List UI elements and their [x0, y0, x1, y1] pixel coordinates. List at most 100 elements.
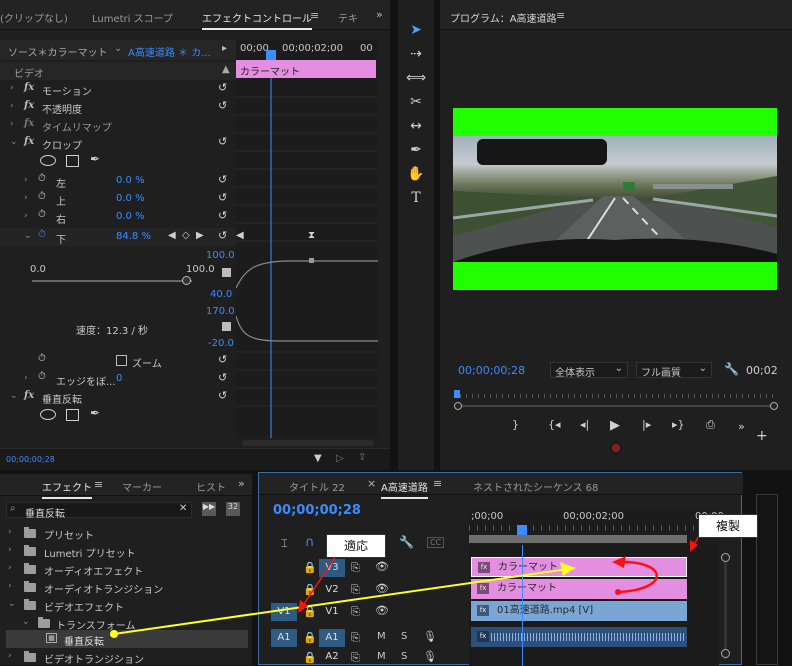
reset-icon[interactable]: ↺	[218, 81, 227, 94]
vscroll-top-handle[interactable]	[721, 553, 730, 562]
ripple-edit-tool-icon[interactable]: ⟺	[404, 68, 428, 88]
tree-audio-effects[interactable]: › オーディオエフェクト	[0, 560, 252, 578]
clip-color-matte-v2[interactable]: fx カラーマット	[471, 579, 687, 599]
solo-button[interactable]: S	[401, 631, 407, 642]
clip-highway-video[interactable]: fx 01高速道路.mp4 [V]	[471, 601, 687, 621]
play-only-icon[interactable]: ▸	[222, 43, 227, 54]
close-tab-icon[interactable]: ×	[367, 477, 376, 490]
expanded-chevron-icon[interactable]: ⌄	[24, 231, 32, 241]
track-v1-label[interactable]: V1	[319, 603, 345, 621]
zoom-handle-left[interactable]	[454, 402, 462, 410]
play-audio-icon[interactable]: ▷	[336, 453, 344, 464]
ec-clip-bar[interactable]: カラーマット	[236, 60, 376, 78]
go-to-out-icon[interactable]: ▸}	[672, 418, 685, 431]
source-a1-patch[interactable]: A1	[271, 629, 297, 647]
timeline-ruler[interactable]: ;00;00 00;00;02;00 00;00	[469, 509, 724, 545]
reset-icon[interactable]: ↺	[218, 173, 227, 186]
effect-motion[interactable]: › fx モーション ↺	[0, 80, 236, 98]
wrench-icon[interactable]: 🔧	[724, 362, 739, 376]
expand-chevron-icon[interactable]: ›	[24, 193, 28, 203]
stopwatch-icon[interactable]: ⏱	[38, 209, 46, 220]
edge-feather-value[interactable]: 0	[116, 373, 122, 384]
zoom-row[interactable]: ⏱ ズーム ↺	[0, 352, 236, 370]
timeline-timecode[interactable]: 00;00;00;28	[273, 503, 361, 518]
crop-left-value[interactable]: 0.0 %	[116, 175, 145, 186]
razor-tool-icon[interactable]: ✂	[404, 92, 428, 112]
collapse-up-icon[interactable]: ▲	[222, 64, 230, 75]
work-area-bar[interactable]	[469, 535, 687, 543]
sync-lock-icon[interactable]: ⎘	[351, 605, 360, 619]
effect-time-remap[interactable]: › fx タイムリマップ	[0, 116, 236, 134]
track-v3-label[interactable]: V3	[319, 559, 345, 577]
zoom-bar[interactable]	[454, 402, 778, 410]
go-to-in-icon[interactable]: {◂	[548, 418, 561, 431]
fx-icon[interactable]: fx	[24, 136, 34, 147]
effects-search-input[interactable]: 垂直反転	[25, 505, 65, 520]
tree-presets[interactable]: › プリセット	[0, 524, 252, 542]
sync-lock-icon[interactable]: ⎘	[351, 561, 360, 575]
tree-audio-transitions[interactable]: › オーディオトランジション	[0, 578, 252, 596]
lock-icon[interactable]: 🔒	[303, 631, 317, 644]
lock-icon[interactable]: 🔒	[303, 605, 317, 618]
rectangle-mask-icon[interactable]	[66, 409, 79, 421]
record-icon[interactable]	[612, 444, 620, 452]
timeline-playhead[interactable]	[517, 525, 527, 535]
ec-scrollbar[interactable]	[242, 440, 374, 446]
program-title[interactable]: プログラム：A高速道路	[450, 10, 557, 25]
edge-feather-row[interactable]: › ⏱ エッジをぼ... 0 ↺	[0, 370, 236, 388]
overflow-icon[interactable]: »	[238, 477, 245, 490]
program-video-frame[interactable]	[453, 108, 777, 290]
source-label[interactable]: ソース＊カラーマット	[8, 44, 108, 59]
tab-sequence-highway[interactable]: A高速道路	[381, 479, 428, 499]
microphone-icon[interactable]: 🎙	[423, 650, 437, 663]
tab-effects[interactable]: エフェクト	[42, 479, 92, 499]
tree-video-transitions[interactable]: › ビデオトランジション	[0, 648, 252, 666]
tab-text[interactable]: テキ	[338, 10, 358, 25]
timeline-menu-icon[interactable]: ≡	[433, 477, 442, 490]
play-icon[interactable]: ▶	[610, 418, 620, 433]
reset-icon[interactable]: ↺	[218, 353, 227, 366]
fx-icon[interactable]: fx	[24, 100, 34, 111]
lock-icon[interactable]: 🔒	[303, 583, 317, 596]
tab-no-clip[interactable]: (クリップなし)	[0, 10, 68, 25]
eye-icon[interactable]: 👁	[375, 604, 389, 617]
effect-opacity[interactable]: › fx 不透明度 ↺	[0, 98, 236, 116]
track-a1-header[interactable]: A1 🔒 A1 ⎘ M S 🎙	[259, 627, 469, 649]
value-slider-handle[interactable]	[182, 276, 191, 285]
expand-chevron-icon[interactable]: ›	[24, 373, 28, 383]
fit-select[interactable]: 全体表示 ⌄	[550, 362, 628, 379]
ellipse-mask-icon[interactable]	[40, 409, 56, 420]
effects-search[interactable]: ⌕ 垂直反転 ✕	[6, 502, 192, 520]
lock-icon[interactable]: 🔒	[303, 561, 317, 574]
snap-icon[interactable]: ∩	[305, 535, 315, 550]
slip-tool-icon[interactable]: ↔	[404, 116, 428, 136]
clear-search-icon[interactable]: ✕	[179, 503, 187, 514]
reset-icon[interactable]: ↺	[218, 209, 227, 222]
accelerated-effects-icon[interactable]: ▶▶	[202, 502, 216, 516]
expand-chevron-icon[interactable]: ›	[10, 83, 14, 93]
pen-tool-icon[interactable]: ✒	[404, 140, 428, 160]
tab-history[interactable]: ヒスト	[196, 479, 226, 494]
next-keyframe-icon[interactable]: ▶	[196, 230, 204, 241]
mark-out-icon[interactable]: }	[512, 418, 519, 431]
eye-icon[interactable]: 👁	[375, 560, 389, 573]
pen-mask-icon[interactable]: ✒	[90, 406, 100, 420]
effect-vertical-flip[interactable]: ⌄ fx 垂直反転 ↺	[0, 388, 236, 406]
ec-timecode[interactable]: 00;00;00;28	[6, 455, 55, 464]
prev-keyframe-icon[interactable]: ◀	[168, 230, 176, 241]
stopwatch-icon[interactable]: ⏱	[38, 173, 46, 184]
stopwatch-icon[interactable]: ⏱	[38, 191, 46, 202]
crop-top-row[interactable]: › ⏱ 上 0.0 % ↺	[0, 190, 236, 208]
vscroll-bottom-handle[interactable]	[721, 649, 730, 658]
effect-crop[interactable]: ⌄ fx クロップ ↺	[0, 134, 236, 152]
export-frame-icon[interactable]: ⎙	[706, 418, 715, 432]
stopwatch-icon[interactable]: ⏱	[38, 371, 46, 382]
track-v2-label[interactable]: V2	[319, 581, 345, 599]
mute-button[interactable]: M	[377, 651, 386, 662]
expand-chevron-icon[interactable]: ›	[24, 175, 28, 185]
expanded-chevron-icon[interactable]: ⌄	[10, 137, 18, 147]
add-button-icon[interactable]: +	[756, 428, 768, 444]
expand-chevron-icon[interactable]: ›	[10, 119, 14, 129]
track-v2-header[interactable]: 🔒 V2 ⎘ 👁	[259, 579, 469, 601]
reset-icon[interactable]: ↺	[218, 135, 227, 148]
